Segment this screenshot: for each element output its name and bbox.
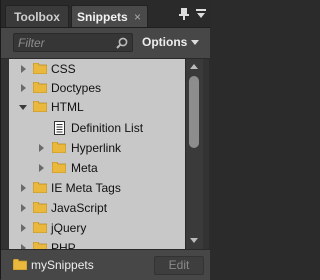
tree-item-jquery[interactable]: jQuery — [9, 219, 185, 237]
expand-arrow-icon[interactable] — [21, 184, 26, 192]
toolbar: Options — [1, 28, 210, 59]
close-icon[interactable]: × — [134, 6, 141, 28]
folder-icon — [33, 242, 47, 249]
expand-arrow-icon[interactable] — [39, 144, 44, 152]
snippets-panel: Toolbox Snippets × Options — [0, 0, 210, 280]
tree-item-meta[interactable]: Meta — [9, 159, 185, 177]
folder-icon — [33, 202, 47, 213]
tree-item-definition-list[interactable]: Definition List — [9, 119, 185, 137]
tree-item-label: JavaScript — [51, 201, 108, 215]
folder-icon — [52, 162, 66, 173]
pin-icon[interactable] — [179, 8, 189, 20]
tree-item-label: HTML — [51, 100, 84, 114]
snippet-icon — [54, 121, 65, 135]
current-folder-label: mySnippets — [31, 258, 94, 272]
panel-menu-icon[interactable] — [195, 7, 207, 19]
folder-icon — [13, 259, 27, 270]
tab-snippets[interactable]: Snippets × — [71, 5, 148, 27]
folder-icon — [33, 222, 47, 233]
snippet-tree: CSS Doctypes HTML Definition List Hyperl… — [9, 59, 185, 249]
tree-item-label: Doctypes — [51, 81, 102, 95]
tree-item-doctypes[interactable]: Doctypes — [9, 79, 185, 97]
caret-down-icon — [191, 40, 200, 46]
tree-item-php[interactable]: PHP — [9, 239, 185, 249]
folder-icon — [33, 82, 47, 93]
tree-item-label: CSS — [51, 62, 76, 76]
collapse-arrow-icon[interactable] — [19, 105, 27, 110]
footer-bar: mySnippets Edit — [1, 249, 210, 280]
tree-item-label: jQuery — [51, 221, 87, 235]
scroll-up-icon[interactable] — [190, 64, 198, 69]
expand-arrow-icon[interactable] — [39, 164, 44, 172]
filter-input[interactable] — [18, 35, 113, 50]
tab-toolbox[interactable]: Toolbox — [5, 5, 69, 27]
expand-arrow-icon[interactable] — [21, 65, 26, 73]
vertical-scrollbar[interactable] — [185, 59, 203, 249]
tree-item-hyperlink[interactable]: Hyperlink — [9, 139, 185, 157]
folder-icon — [33, 182, 47, 193]
tree-item-label: Meta — [71, 161, 98, 175]
scroll-down-icon[interactable] — [190, 238, 198, 243]
filter-field — [13, 33, 133, 52]
edit-button[interactable]: Edit — [154, 256, 204, 275]
tree-item-ie-meta-tags[interactable]: IE Meta Tags — [9, 179, 185, 197]
folder-icon — [33, 63, 47, 74]
expand-arrow-icon[interactable] — [21, 224, 26, 232]
tree-item-label: PHP — [51, 241, 76, 249]
tree-item-label: Hyperlink — [71, 141, 122, 155]
options-menu-button[interactable]: Options — [142, 35, 200, 49]
tree-item-javascript[interactable]: JavaScript — [9, 199, 185, 217]
options-label: Options — [142, 35, 188, 49]
tab-toolbox-label: Toolbox — [14, 10, 60, 24]
expand-arrow-icon[interactable] — [21, 84, 26, 92]
tree-item-label: Definition List — [71, 121, 144, 135]
folder-icon — [33, 101, 47, 112]
tree-item-label: IE Meta Tags — [51, 181, 121, 195]
expand-arrow-icon[interactable] — [21, 204, 26, 212]
folder-icon — [52, 142, 66, 153]
tree-item-css[interactable]: CSS — [9, 60, 185, 78]
scroll-thumb[interactable] — [189, 76, 199, 148]
tab-snippets-label: Snippets — [77, 10, 128, 24]
tree-item-html[interactable]: HTML — [9, 98, 185, 116]
search-icon[interactable] — [116, 37, 128, 49]
tab-bar: Toolbox Snippets × — [1, 0, 210, 28]
